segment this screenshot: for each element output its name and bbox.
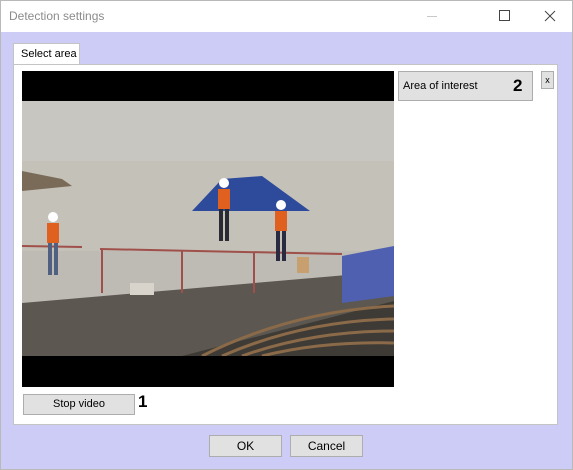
title-bar: Detection settings — [1, 1, 572, 32]
ok-label: OK — [236, 439, 255, 453]
remove-area-button[interactable]: x — [541, 71, 554, 89]
close-button[interactable] — [526, 1, 572, 32]
stop-video-label: Stop video — [53, 398, 105, 410]
tab-label: Select area — [21, 48, 77, 60]
callout-number-2: 2 — [513, 76, 523, 95]
minimize-icon — [427, 16, 437, 17]
cancel-button[interactable]: Cancel — [290, 435, 363, 457]
remove-area-label: x — [545, 75, 550, 85]
stop-video-button[interactable]: Stop video — [23, 394, 135, 415]
video-preview[interactable] — [22, 71, 394, 387]
close-icon — [544, 10, 556, 22]
ok-button[interactable]: OK — [209, 435, 282, 457]
cancel-label: Cancel — [307, 439, 346, 453]
window-title: Detection settings — [9, 9, 105, 23]
tab-select-area[interactable]: Select area — [13, 43, 80, 65]
callout-number-1: 1 — [138, 392, 148, 411]
minimize-button[interactable] — [409, 1, 455, 32]
maximize-icon — [499, 10, 510, 21]
area-of-interest-label: Area of interest — [403, 80, 478, 92]
video-frame-image — [22, 71, 394, 387]
maximize-button[interactable] — [480, 1, 526, 32]
